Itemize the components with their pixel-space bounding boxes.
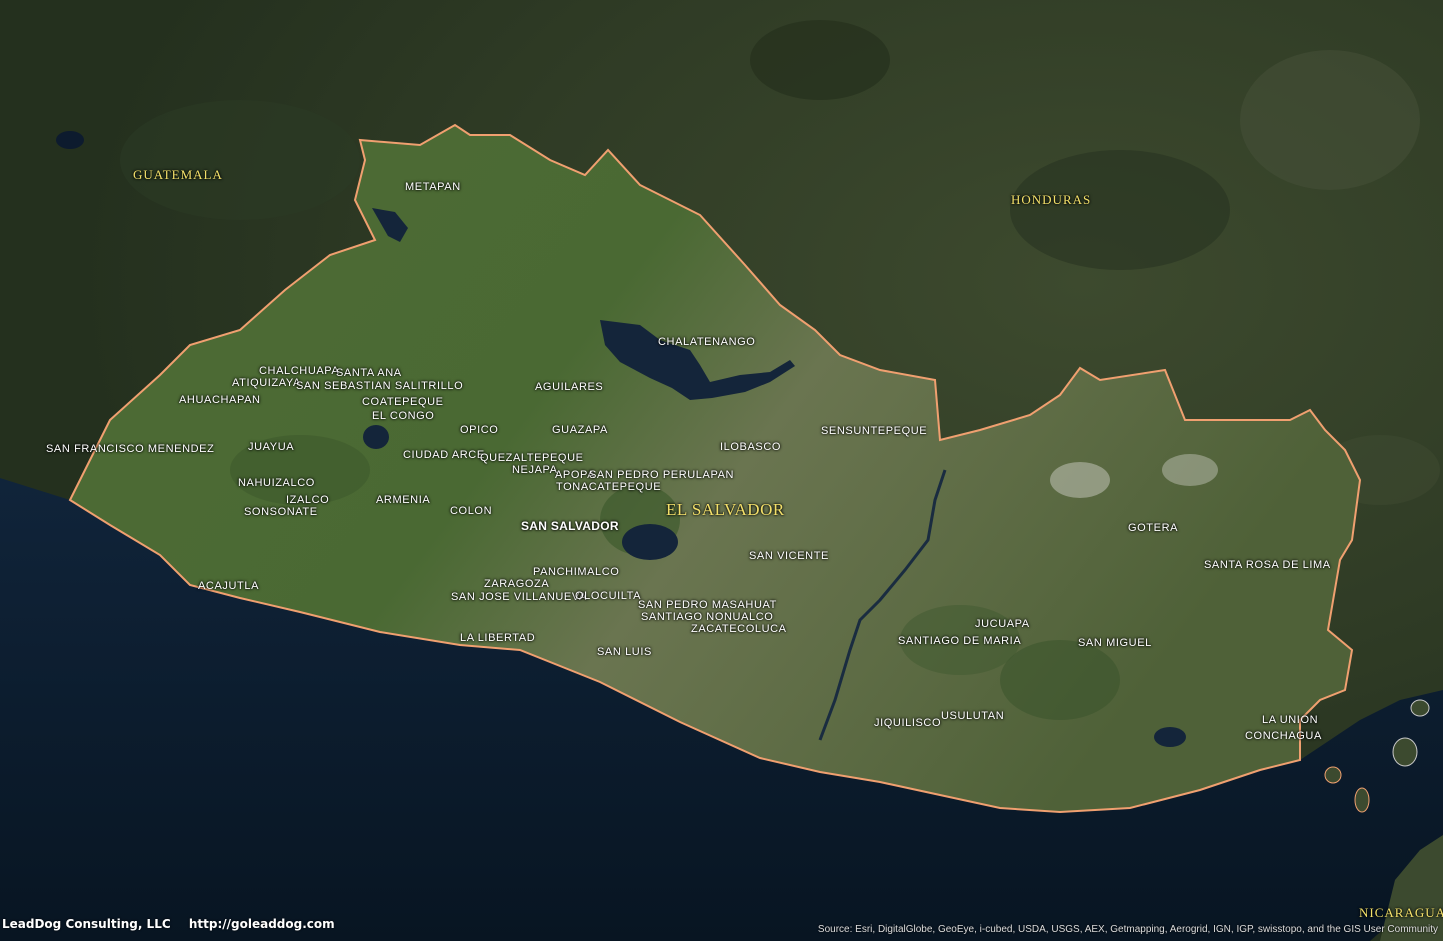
place-label-sonsonate: SONSONATE: [244, 506, 318, 518]
place-label-la-libertad: LA LIBERTAD: [460, 632, 536, 644]
place-label-la-union: LA UNION: [1262, 714, 1319, 726]
lake-ilopango: [622, 524, 678, 560]
place-label-opico: OPICO: [460, 424, 499, 436]
place-label-santa-ana: SANTA ANA: [336, 367, 402, 379]
place-label-gotera: GOTERA: [1128, 522, 1179, 534]
place-label-conchagua: CONCHAGUA: [1245, 730, 1322, 742]
credit-line: LeadDog Consulting, LLC http://goleaddog…: [2, 917, 349, 931]
place-label-sensuntepeque: SENSUNTEPEQUE: [821, 425, 928, 437]
place-label-zaragoza: ZARAGOZA: [484, 578, 550, 590]
map-attribution: Source: Esri, DigitalGlobe, GeoEye, i-cu…: [817, 924, 1438, 935]
place-label-ilobasco: ILOBASCO: [720, 441, 782, 453]
place-label-san-jose-villanueva: SAN JOSE VILLANUEVA: [451, 591, 587, 603]
place-label-tonacatepeque: TONACATEPEQUE: [556, 481, 662, 493]
place-label-san-pedro-perulapan: SAN PEDRO PERULAPAN: [589, 469, 735, 481]
place-label-armenia: ARMENIA: [376, 494, 431, 506]
place-label-ahuachapan: AHUACHAPAN: [179, 394, 261, 406]
place-label-san-sebastian-salitrillo: SAN SEBASTIAN SALITRILLO: [296, 380, 464, 392]
place-label-nahuizalco: NAHUIZALCO: [238, 477, 315, 489]
satellite-map[interactable]: GUATEMALA HONDURAS EL SALVADOR NICARAGUA…: [0, 0, 1443, 941]
country-label-el-salvador: EL SALVADOR: [666, 500, 785, 519]
place-label-nejapa: NEJAPA: [512, 464, 558, 476]
place-label-usulutan: USULUTAN: [941, 710, 1005, 722]
place-label-jiquilisco: JIQUILISCO: [874, 717, 942, 729]
company-name: LeadDog Consulting, LLC: [2, 917, 171, 931]
place-label-guazapa: GUAZAPA: [552, 424, 608, 436]
lake-olomega: [1154, 727, 1186, 747]
place-label-jucuapa: JUCUAPA: [975, 618, 1030, 630]
place-label-santiago-nonualco: SANTIAGO NONUALCO: [641, 611, 774, 623]
place-label-san-luis: SAN LUIS: [597, 646, 652, 658]
place-label-san-pedro-masahuat: SAN PEDRO MASAHUAT: [638, 599, 777, 611]
place-label-santiago-de-maria: SANTIAGO DE MARIA: [898, 635, 1022, 647]
place-label-san-salvador: SAN SALVADOR: [521, 519, 619, 533]
place-label-olocuilta: OLOCUILTA: [575, 590, 642, 602]
place-label-aguilares: AGUILARES: [535, 381, 604, 393]
place-label-atiquizaya: ATIQUIZAYA: [232, 377, 301, 389]
lake-coatepeque: [363, 425, 389, 449]
place-label-el-congo: EL CONGO: [372, 410, 435, 422]
place-label-izalco: IZALCO: [286, 494, 330, 506]
country-label-honduras: HONDURAS: [1011, 192, 1092, 207]
place-label-san-miguel: SAN MIGUEL: [1078, 637, 1152, 649]
place-label-juayua: JUAYUA: [248, 441, 295, 453]
place-label-panchimalco: PANCHIMALCO: [533, 566, 620, 578]
place-label-zacatecoluca: ZACATECOLUCA: [691, 623, 787, 635]
place-label-san-francisco-menendez: SAN FRANCISCO MENENDEZ: [46, 443, 215, 455]
country-label-nicaragua: NICARAGUA: [1359, 905, 1443, 920]
place-label-san-vicente: SAN VICENTE: [749, 550, 829, 562]
company-url-link[interactable]: http://goleaddog.com: [189, 917, 335, 931]
place-label-quezaltepeque: QUEZALTEPEQUE: [480, 452, 584, 464]
place-label-ciudad-arce: CIUDAD ARCE: [403, 449, 485, 461]
place-label-coatepeque: COATEPEQUE: [362, 396, 444, 408]
place-label-chalatenango: CHALATENANGO: [658, 336, 756, 348]
country-label-guatemala: GUATEMALA: [133, 167, 223, 182]
place-label-acajutla: ACAJUTLA: [198, 580, 260, 592]
place-label-santa-rosa-de-lima: SANTA ROSA DE LIMA: [1204, 559, 1331, 571]
place-label-colon: COLON: [450, 505, 493, 517]
place-label-metapan: METAPAN: [405, 181, 461, 193]
place-label-chalchuapa: CHALCHUAPA: [259, 365, 340, 377]
